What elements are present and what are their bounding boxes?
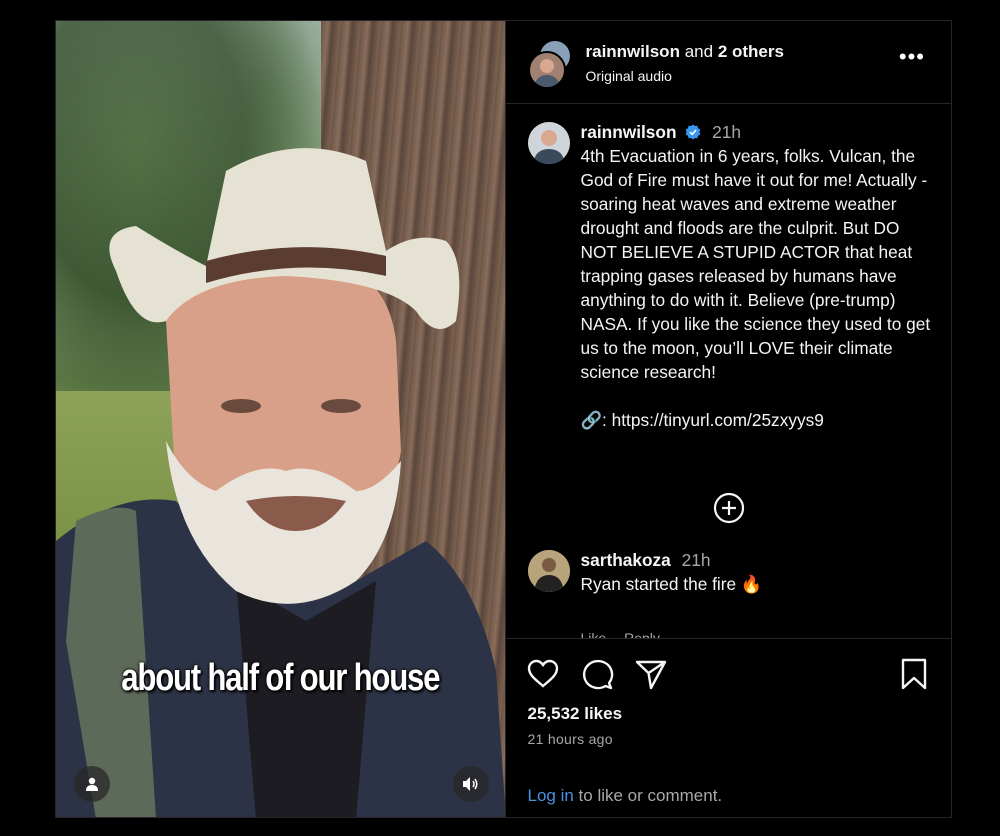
comments-section[interactable]: rainnwilson 21h 4th Evacuation in 6 year… (506, 104, 952, 638)
bookmark-icon[interactable] (897, 657, 931, 691)
login-prompt-text: to like or comment. (573, 786, 723, 805)
caption-link[interactable]: 🔗: https://tinyurl.com/25zxyys9 (581, 408, 936, 432)
avatar-rainnwilson (527, 51, 566, 89)
heart-icon[interactable] (526, 657, 560, 691)
caption-text-block: rainnwilson 21h 4th Evacuation in 6 year… (581, 120, 936, 432)
comment-body: Ryan started the fire 🔥 (580, 574, 763, 594)
header-others[interactable]: 2 others (718, 42, 784, 61)
audio-toggle-button[interactable] (453, 766, 489, 802)
share-icon[interactable] (634, 657, 668, 691)
original-audio-link[interactable]: Original audio (586, 68, 784, 84)
header-username[interactable]: rainnwilson (586, 42, 680, 61)
tagged-users-button[interactable] (74, 766, 110, 802)
post-footer: 25,532 likes 21 hours ago Log in to like… (505, 638, 951, 817)
comment-like-button[interactable]: Like (581, 630, 607, 638)
comment-text-block: sarthakoza 21h Ryan started the fire 🔥 (581, 548, 936, 596)
collab-avatars[interactable] (527, 41, 574, 89)
action-bar (526, 657, 932, 691)
caption-username[interactable]: rainnwilson (581, 122, 677, 142)
video-player[interactable]: about half of our house (56, 21, 505, 817)
comment-avatar[interactable] (527, 550, 570, 592)
comment-time[interactable]: 21h (682, 550, 711, 570)
user-icon (86, 777, 98, 791)
header-names: rainnwilson and 2 others (586, 42, 784, 62)
header-and: and (684, 42, 714, 61)
login-link[interactable]: Log in (528, 786, 574, 805)
post-dialog: about half of our house rainnwilson and … (55, 20, 952, 818)
likes-count[interactable]: 25,532 likes (528, 704, 623, 724)
speaker-icon (463, 777, 478, 791)
post-header: rainnwilson and 2 others Original audio … (505, 21, 951, 104)
comment-actions: Like Reply (581, 630, 674, 638)
more-options-icon[interactable]: ••• (899, 46, 925, 68)
caption-body: 4th Evacuation in 6 years, folks. Vulcan… (580, 146, 931, 382)
caption-time[interactable]: 21h (712, 122, 741, 142)
post-side-panel: rainnwilson and 2 others Original audio … (504, 21, 952, 817)
login-prompt: Log in to like or comment. (528, 786, 723, 806)
comment-username[interactable]: sarthakoza (581, 550, 671, 570)
caption-avatar[interactable] (527, 122, 570, 164)
comment-reply-button[interactable]: Reply (624, 630, 660, 638)
comment-bubble-icon[interactable] (580, 657, 614, 691)
post-timestamp[interactable]: 21 hours ago (528, 731, 613, 747)
verified-badge-icon (686, 124, 701, 140)
load-more-comments-icon[interactable] (713, 492, 745, 524)
header-text: rainnwilson and 2 others Original audio (586, 42, 784, 84)
video-caption: about half of our house (121, 657, 440, 699)
